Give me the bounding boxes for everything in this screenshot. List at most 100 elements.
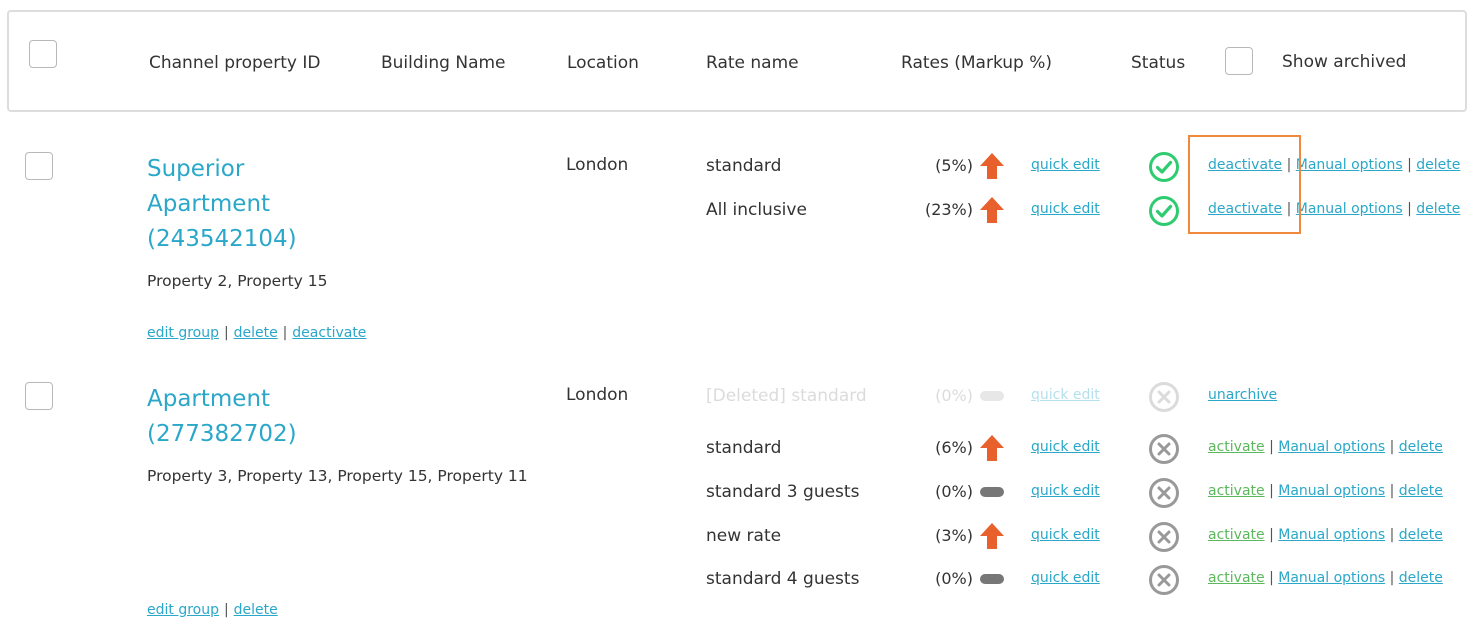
rate-name: standard	[706, 156, 782, 176]
separator: |	[1269, 570, 1274, 586]
group-location: London	[566, 155, 629, 175]
separator: |	[282, 325, 288, 341]
separator: |	[1269, 527, 1274, 543]
separator: |	[1407, 201, 1412, 217]
quick-edit-link[interactable]: quick edit	[1031, 199, 1100, 219]
group-properties: Property 2, Property 15	[147, 272, 328, 290]
rate-markup: (6%)	[935, 438, 973, 457]
separator: |	[1407, 157, 1412, 173]
rate-name: All inclusive	[706, 200, 807, 220]
group-title-line: (243542104)	[147, 226, 297, 252]
rate-markup: (3%)	[935, 526, 973, 545]
rate-name: standard 3 guests	[706, 482, 860, 502]
separator: |	[1269, 483, 1274, 499]
delete-rate-link[interactable]: delete	[1399, 439, 1443, 455]
group-title-line: Apartment	[147, 191, 271, 217]
manual-options-link[interactable]: Manual options	[1278, 570, 1385, 586]
group-title-line: Apartment	[147, 386, 271, 412]
delete-rate-link[interactable]: delete	[1416, 201, 1460, 217]
deactivate-group-link[interactable]: deactivate	[292, 325, 366, 341]
rate-markup: (0%)	[935, 482, 973, 501]
check-circle-icon	[1149, 152, 1179, 182]
activate-rate-link[interactable]: activate	[1208, 439, 1265, 455]
col-rates-markup[interactable]: Rates (Markup %)	[901, 53, 1052, 73]
col-status[interactable]: Status	[1131, 53, 1185, 73]
manual-options-link[interactable]: Manual options	[1296, 201, 1403, 217]
group-checkbox[interactable]	[25, 152, 53, 180]
arrow-up-icon	[980, 153, 1004, 179]
col-channel-property-id[interactable]: Channel property ID	[149, 53, 320, 73]
quick-edit-link[interactable]: quick edit	[1031, 385, 1100, 405]
flat-pill-icon	[980, 391, 1004, 401]
x-circle-icon	[1149, 522, 1179, 552]
group-properties: Property 3, Property 13, Property 15, Pr…	[147, 467, 528, 485]
quick-edit-link[interactable]: quick edit	[1031, 568, 1100, 588]
col-location[interactable]: Location	[567, 53, 639, 73]
rate-markup: (5%)	[935, 156, 973, 175]
manual-options-link[interactable]: Manual options	[1278, 483, 1385, 499]
group-title[interactable]: Superior Apartment (243542104)	[147, 152, 297, 257]
arrow-up-icon	[980, 197, 1004, 223]
x-circle-icon	[1149, 434, 1179, 464]
group-title[interactable]: Apartment (277382702)	[147, 382, 297, 452]
edit-group-link[interactable]: edit group	[147, 325, 219, 341]
highlight-box	[1188, 135, 1301, 234]
group-links: edit group | delete | deactivate	[147, 323, 366, 341]
separator: |	[1389, 570, 1395, 586]
rate-actions: activate | Manual options | delete	[1208, 481, 1443, 501]
quick-edit-link[interactable]: quick edit	[1031, 437, 1100, 457]
delete-group-link[interactable]: delete	[234, 602, 278, 618]
separator: |	[1389, 527, 1395, 543]
rate-name: standard	[706, 438, 782, 458]
separator: |	[1389, 439, 1395, 455]
group-links: edit group | delete	[147, 600, 278, 618]
arrow-up-icon	[980, 523, 1004, 549]
quick-edit-link[interactable]: quick edit	[1031, 481, 1100, 501]
check-circle-icon	[1149, 196, 1179, 226]
delete-group-link[interactable]: delete	[234, 325, 278, 341]
quick-edit-link[interactable]: quick edit	[1031, 155, 1100, 175]
group-title-line: Superior	[147, 156, 245, 182]
rate-markup: (0%)	[935, 569, 973, 588]
manual-options-link[interactable]: Manual options	[1278, 527, 1385, 543]
separator: |	[223, 602, 229, 618]
x-circle-icon	[1149, 478, 1179, 508]
rate-name: [Deleted] standard	[706, 386, 867, 406]
quick-edit-link[interactable]: quick edit	[1031, 525, 1100, 545]
delete-rate-link[interactable]: delete	[1399, 483, 1443, 499]
group-title-line: (277382702)	[147, 421, 297, 447]
manual-options-link[interactable]: Manual options	[1278, 439, 1385, 455]
table-header: Channel property ID Building Name Locati…	[7, 10, 1467, 112]
activate-rate-link[interactable]: activate	[1208, 483, 1265, 499]
edit-group-link[interactable]: edit group	[147, 602, 219, 618]
x-circle-icon	[1149, 565, 1179, 595]
rate-name: new rate	[706, 526, 782, 546]
rate-actions: unarchive	[1208, 385, 1277, 405]
manual-options-link[interactable]: Manual options	[1296, 157, 1403, 173]
select-all-checkbox[interactable]	[29, 40, 57, 68]
rate-actions: activate | Manual options | delete	[1208, 568, 1443, 588]
activate-rate-link[interactable]: activate	[1208, 527, 1265, 543]
delete-rate-link[interactable]: delete	[1399, 527, 1443, 543]
separator: |	[223, 325, 229, 341]
flat-pill-icon	[980, 487, 1004, 497]
x-circle-icon	[1149, 382, 1179, 412]
rate-actions: activate | Manual options | delete	[1208, 525, 1443, 545]
delete-rate-link[interactable]: delete	[1416, 157, 1460, 173]
rate-actions: activate | Manual options | delete	[1208, 437, 1443, 457]
rate-markup: (23%)	[924, 200, 973, 219]
separator: |	[1389, 483, 1395, 499]
delete-rate-link[interactable]: delete	[1399, 570, 1443, 586]
show-archived-label: Show archived	[1282, 52, 1407, 72]
rate-markup: (0%)	[935, 386, 973, 405]
group-location: London	[566, 385, 629, 405]
unarchive-link[interactable]: unarchive	[1208, 387, 1277, 403]
rate-name: standard 4 guests	[706, 569, 860, 589]
col-building-name[interactable]: Building Name	[381, 53, 506, 73]
separator: |	[1269, 439, 1274, 455]
col-rate-name[interactable]: Rate name	[706, 53, 799, 73]
flat-pill-icon	[980, 574, 1004, 584]
group-checkbox[interactable]	[25, 382, 53, 410]
show-archived-checkbox[interactable]	[1225, 47, 1253, 75]
activate-rate-link[interactable]: activate	[1208, 570, 1265, 586]
